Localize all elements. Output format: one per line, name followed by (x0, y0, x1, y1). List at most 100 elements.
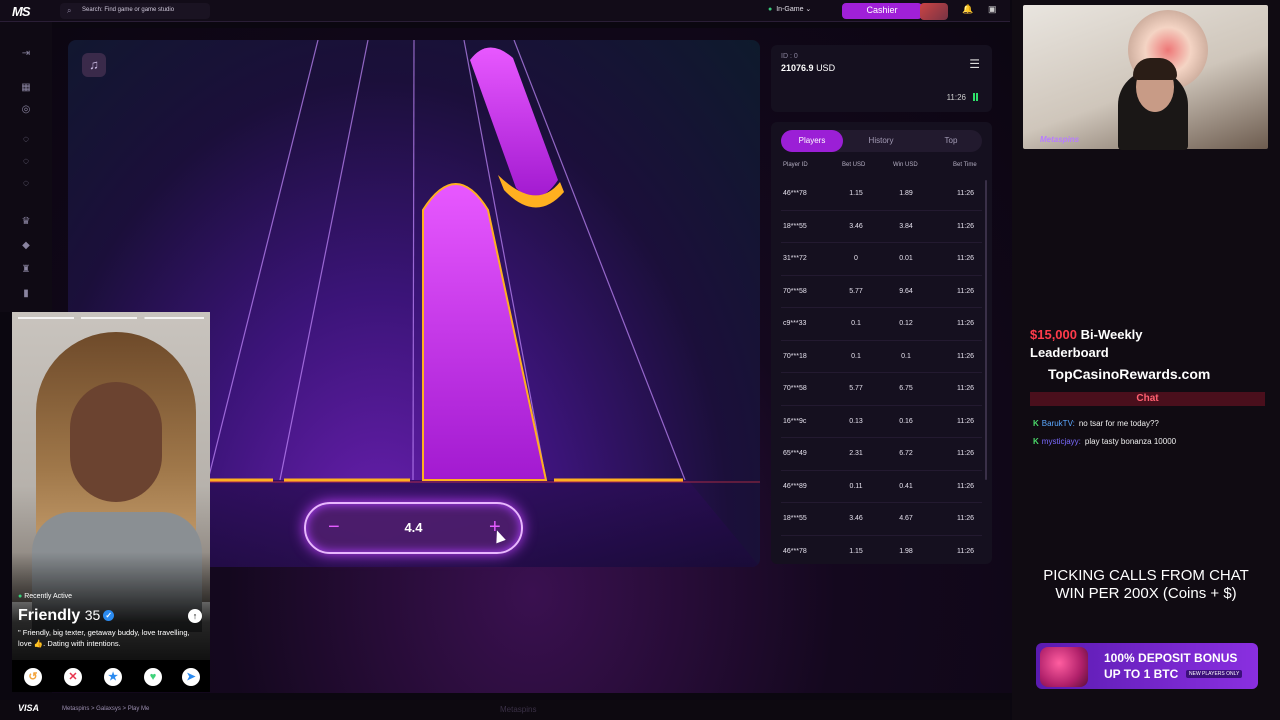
chat-text: play tasty bonanza 10000 (1084, 437, 1177, 446)
balance-panel: ID : 0 21076.9 USD ☰ 11:26 (771, 45, 992, 112)
verified-icon: ✓ (103, 610, 115, 622)
expand-profile-icon[interactable]: ↑ (188, 609, 202, 623)
vip-icon[interactable]: ♜ (20, 264, 32, 276)
cell-player-id: c9***33 (783, 320, 807, 327)
cell-player-id: 18***55 (783, 222, 807, 230)
cell-bet: 1.15 (849, 547, 863, 555)
status-dot-icon: ● (768, 6, 773, 13)
cell-win: 9.64 (899, 287, 913, 295)
profile-name-text: Friendly (18, 607, 81, 624)
calls-line1: PICKING CALLS FROM CHAT (1043, 567, 1249, 584)
cell-bet-time: 11:26 (957, 320, 974, 327)
cell-player-id: 70***18 (783, 352, 807, 360)
swipe-buttons: ↺ ✕ ★ ♥ ➤ (12, 660, 210, 692)
table-row: 70***18 0.1 0.1 11:26 (781, 341, 982, 373)
breadcrumb[interactable]: Metaspins > Galaxsys > Play Me (62, 706, 149, 712)
cell-bet: 3.46 (849, 222, 863, 230)
balance-amount: 21076.9 USD (781, 63, 835, 73)
chat-text: no tsar for me today?? (1078, 419, 1159, 428)
cashier-label: Cashier (866, 5, 898, 15)
cell-bet-time: 11:26 (957, 547, 974, 555)
balance-value: 21076.9 (781, 63, 814, 73)
status-dot-icon: ● (18, 593, 23, 600)
trophy-icon[interactable]: ♛ (20, 216, 32, 228)
promo-icon[interactable]: ◆ (20, 240, 32, 252)
table-row: 31***72 0 0.01 11:26 (781, 243, 982, 276)
heart-icon[interactable]: ♥ (144, 668, 162, 686)
nav-icon-2[interactable]: ◌ (20, 156, 32, 168)
search-input[interactable]: ⌕ Search: Find game or game studio (60, 3, 210, 19)
casino-logo[interactable]: MS (12, 4, 30, 19)
bell-icon[interactable]: 🔔 (962, 4, 973, 15)
chat-message: Kmysticjayy: play tasty bonanza 10000 (1033, 437, 1176, 446)
cell-player-id: 18***55 (783, 515, 807, 522)
stats-icon[interactable]: ▮ (20, 288, 32, 300)
footer-brand: Metaspins (500, 705, 537, 714)
cell-player-id: 16***9c (783, 417, 807, 425)
calls-line2: WIN PER 200X (Coins + $) (1055, 585, 1237, 602)
menu-icon[interactable]: ☰ (969, 57, 980, 71)
bets-panel: Players History Top Player ID Bet USD Wi… (771, 122, 992, 564)
promo-line1: Bi-Weekly (1080, 327, 1143, 342)
cashier-button[interactable]: Cashier (842, 3, 922, 19)
collapse-nav-icon[interactable]: ⇥ (20, 48, 32, 60)
cell-bet-time: 11:26 (957, 190, 974, 197)
nav-icon-3[interactable]: ◌ (20, 178, 32, 190)
screen: MS ⌕ Search: Find game or game studio ● I… (0, 0, 1280, 720)
send-icon[interactable]: ➤ (182, 668, 200, 686)
casino-nav-icon[interactable]: ▦ (20, 82, 32, 94)
cell-bet: 3.46 (849, 515, 863, 522)
table-row: 70***58 5.77 9.64 11:26 (781, 276, 982, 308)
bets-scrollbar[interactable] (985, 180, 987, 480)
ingame-status[interactable]: ● In-Game ⌄ (768, 5, 811, 13)
close-icon[interactable]: ✕ (64, 668, 82, 686)
cell-bet: 0.1 (851, 320, 861, 327)
cell-bet-time: 11:26 (957, 385, 974, 392)
bets-table-body: 46***78 1.15 1.89 11:26 18***55 3.46 3.84 11:26… (781, 178, 982, 564)
balance-currency: USD (816, 63, 836, 73)
header-player-id: Player ID (783, 162, 808, 168)
activity-status: ● Recently Active (18, 593, 72, 600)
promo-amount: $15,000 (1030, 327, 1077, 342)
chat-message: K BarukTV: no tsar for me today?? (1033, 419, 1159, 428)
nav-icon-1[interactable]: ◌ (20, 134, 32, 146)
table-row: 70***58 5.77 6.75 11:26 (781, 373, 982, 406)
cell-player-id: 46***89 (783, 482, 807, 490)
gift-icon[interactable]: ▣ (988, 4, 997, 15)
star-icon[interactable]: ★ (104, 668, 122, 686)
cell-bet: 0.13 (849, 417, 863, 425)
cell-bet-time: 11:26 (957, 515, 974, 522)
cell-player-id: 46***78 (783, 547, 807, 555)
cell-player-id: 65***49 (783, 450, 807, 457)
cell-win: 4.67 (899, 515, 913, 522)
webcam-brand-label: Metaspins (1040, 135, 1080, 144)
sports-nav-icon[interactable]: ◎ (20, 104, 32, 116)
player-id: ID : 0 (781, 53, 798, 60)
treasure-chest-icon (1040, 647, 1088, 687)
cell-bet-time: 11:26 (957, 417, 974, 425)
cell-bet-time: 11:26 (957, 222, 974, 230)
table-row: 18***55 3.46 3.84 11:26 (781, 211, 982, 243)
cell-win: 3.84 (899, 222, 913, 230)
tab-top[interactable]: Top (920, 130, 982, 152)
top-bar: MS ⌕ Search: Find game or game studio ● I… (0, 0, 1010, 22)
tab-players[interactable]: Players (781, 130, 843, 152)
footer: VISA Metaspins > Galaxsys > Play Me Meta… (0, 700, 1010, 720)
cell-bet-time: 11:26 (957, 255, 974, 262)
bonus-line2: UP TO 1 BTC (1104, 667, 1179, 681)
table-row: 65***49 2.31 6.72 11:26 (781, 438, 982, 471)
header-win: Win USD (893, 162, 918, 168)
bets-table-header: Player ID Bet USD Win USD Bet Time (771, 162, 992, 172)
table-row: 16***9c 0.13 0.16 11:26 (781, 406, 982, 438)
user-avatar[interactable] (920, 3, 948, 20)
rewind-icon[interactable]: ↺ (24, 668, 42, 686)
table-row: c9***33 0.1 0.12 11:26 (781, 308, 982, 341)
music-toggle-icon[interactable]: ♫ (82, 53, 106, 77)
cell-win: 6.75 (899, 385, 913, 392)
tab-history[interactable]: History (850, 130, 912, 152)
bonus-tag: NEW PLAYERS ONLY (1186, 670, 1243, 678)
photo-progress-bars (18, 317, 204, 319)
chat-header: Chat (1030, 392, 1265, 406)
cell-win: 0.1 (901, 352, 911, 360)
search-icon: ⌕ (67, 6, 72, 15)
